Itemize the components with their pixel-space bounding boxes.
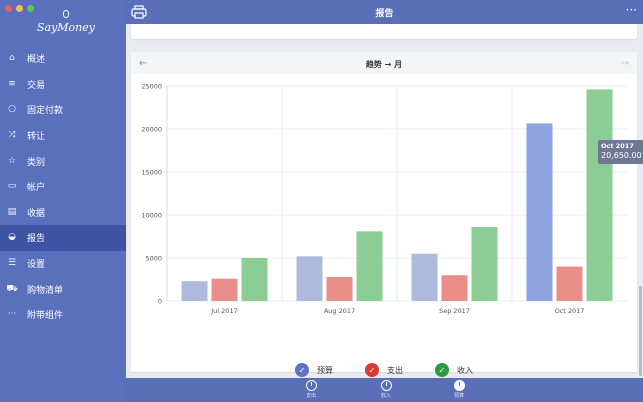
bar [296, 256, 323, 301]
legend-label: 支出 [387, 365, 403, 375]
logo-text: SayMoney [36, 21, 95, 34]
zoom-window-button[interactable] [27, 5, 34, 12]
bar [441, 275, 468, 301]
microphone-icon [63, 10, 69, 18]
bar [556, 266, 583, 301]
sidebar-item-label: 附带组件 [27, 311, 64, 322]
scrollbar[interactable] [639, 286, 642, 376]
legend-label: 预算 [317, 365, 333, 375]
cart-icon: ⛟ [6, 283, 18, 294]
sidebar-item-label: 交易 [27, 80, 46, 91]
sidebar-item-1[interactable]: ≡ 交易 [0, 72, 126, 98]
pie-icon: ◒ [8, 232, 16, 243]
clock-icon [453, 380, 465, 391]
list-icon: ≡ [8, 78, 16, 89]
tab-0[interactable]: 支出 [296, 380, 326, 399]
sidebar-item-9[interactable]: ⛟ 购物清单 [0, 276, 126, 302]
sidebar-item-label: 固定付款 [27, 106, 64, 117]
x-tick-label: Oct 2017 [555, 307, 585, 315]
sidebar-item-7[interactable]: ◒ 报告 [0, 225, 126, 251]
x-tick-label: Sep 2017 [439, 307, 470, 315]
more-button[interactable]: ··· [626, 3, 637, 17]
sliders-icon: ☰ [7, 258, 17, 269]
bar [356, 231, 383, 301]
star-icon: ☆ [7, 155, 17, 166]
legend-item-0[interactable]: ✓ 预算 [295, 363, 333, 377]
minimize-window-button[interactable] [16, 5, 23, 12]
window-controls [5, 5, 34, 12]
sidebar-item-label: 收据 [27, 208, 46, 219]
circle-icon: ○ [8, 104, 16, 115]
x-tick-label: Aug 2017 [324, 307, 355, 315]
bar [211, 278, 238, 301]
report-content: ← 趋势 → 月 → 0 5000 10000 15000 20000 25000 Jul … [126, 24, 643, 378]
bar [471, 227, 498, 301]
tooltip-value: 20,650.00 ¥ [601, 151, 643, 160]
y-tick-label: 15000 [141, 169, 162, 177]
checkmark-icon[interactable]: ✓ [295, 363, 309, 377]
card-title: 趋势 → 月 [365, 60, 403, 69]
chart-tooltip: Oct 2017 20,650.00 ¥ [598, 140, 643, 164]
chart-legend: ✓ 预算 ✓ 支出 ✓ 收入 [131, 363, 637, 377]
sidebar-item-5[interactable]: ▭ 帐户 [0, 174, 126, 200]
book-icon: ▭ [7, 181, 17, 192]
sidebar-item-label: 帐户 [27, 183, 46, 194]
sidebar-item-6[interactable]: ▤ 收据 [0, 200, 126, 226]
tab-label: 支出 [305, 393, 316, 399]
sidebar-item-3[interactable]: ⤨ 转让 [0, 123, 126, 149]
y-tick-label: 0 [158, 298, 162, 306]
y-tick-label: 5000 [145, 255, 162, 263]
legend-label: 收入 [457, 365, 473, 375]
sidebar: SayMoney ⌂ 概述 ≡ 交易 ○ 固定付款 ⤨ 转让 ☆ 类别 ▭ 帐户 ▤ 收据 ◒ 报告 ☰ 设置 ⛟ 购… [0, 0, 126, 402]
tab-1[interactable]: 收入 [371, 380, 401, 399]
bar [326, 276, 353, 301]
page-title: 报告 [375, 9, 394, 19]
tab-label: 收入 [380, 393, 391, 399]
sidebar-item-label: 设置 [27, 260, 46, 271]
close-window-button[interactable] [5, 5, 12, 12]
y-tick-label: 10000 [141, 212, 162, 220]
trend-chart: 0 5000 10000 15000 20000 25000 Jul 2017 Aug 201… [141, 83, 627, 315]
y-tick-label: 25000 [141, 83, 162, 91]
bar [241, 258, 268, 301]
clock-icon [380, 380, 392, 391]
sidebar-item-0[interactable]: ⌂ 概述 [0, 46, 126, 72]
sidebar-item-label: 转让 [27, 132, 46, 143]
sidebar-item-4[interactable]: ☆ 类别 [0, 148, 126, 174]
tab-label: 预算 [453, 393, 464, 399]
y-tick-label: 20000 [141, 126, 162, 134]
bar [586, 89, 613, 301]
house-icon: ⌂ [9, 53, 15, 64]
bottom-tab-bar: 支出 收入 预算 [126, 378, 643, 402]
sidebar-nav: ⌂ 概述 ≡ 交易 ○ 固定付款 ⤨ 转让 ☆ 类别 ▭ 帐户 ▤ 收据 ◒ 报告 ☰ 设置 ⛟ 购物清单 ··· 附带组… [0, 46, 126, 328]
top-bar: 报告 ··· [126, 0, 643, 24]
sidebar-item-label: 类别 [27, 157, 46, 168]
sidebar-item-label: 购物清单 [27, 285, 64, 296]
card-header: ← 趋势 → 月 → [131, 52, 637, 74]
sidebar-item-label: 报告 [27, 234, 46, 245]
bar [526, 123, 553, 301]
previous-card [131, 24, 637, 39]
clock-icon [305, 380, 317, 391]
tooltip-date: Oct 2017 [601, 142, 634, 150]
bar [411, 253, 438, 301]
checkmark-icon[interactable]: ✓ [365, 363, 379, 377]
receipt-icon: ▤ [7, 206, 17, 217]
bar [181, 281, 208, 301]
checkmark-icon[interactable]: ✓ [435, 363, 449, 377]
legend-item-2[interactable]: ✓ 收入 [435, 363, 473, 377]
app-logo: SayMoney [36, 10, 96, 34]
sidebar-item-label: 概述 [27, 55, 46, 66]
sidebar-item-10[interactable]: ··· 附带组件 [0, 302, 126, 328]
sidebar-item-8[interactable]: ☰ 设置 [0, 251, 126, 277]
shuffle-icon: ⤨ [8, 130, 16, 141]
tab-2[interactable]: 预算 [444, 380, 474, 399]
next-period-arrow[interactable]: → [621, 58, 629, 69]
x-tick-label: Jul 2017 [210, 307, 237, 315]
trend-card: ← 趋势 → 月 → 0 5000 10000 15000 20000 25000 Jul … [131, 52, 637, 377]
sidebar-item-2[interactable]: ○ 固定付款 [0, 97, 126, 123]
legend-item-1[interactable]: ✓ 支出 [365, 363, 403, 377]
ellipsis-icon: ··· [7, 309, 17, 320]
